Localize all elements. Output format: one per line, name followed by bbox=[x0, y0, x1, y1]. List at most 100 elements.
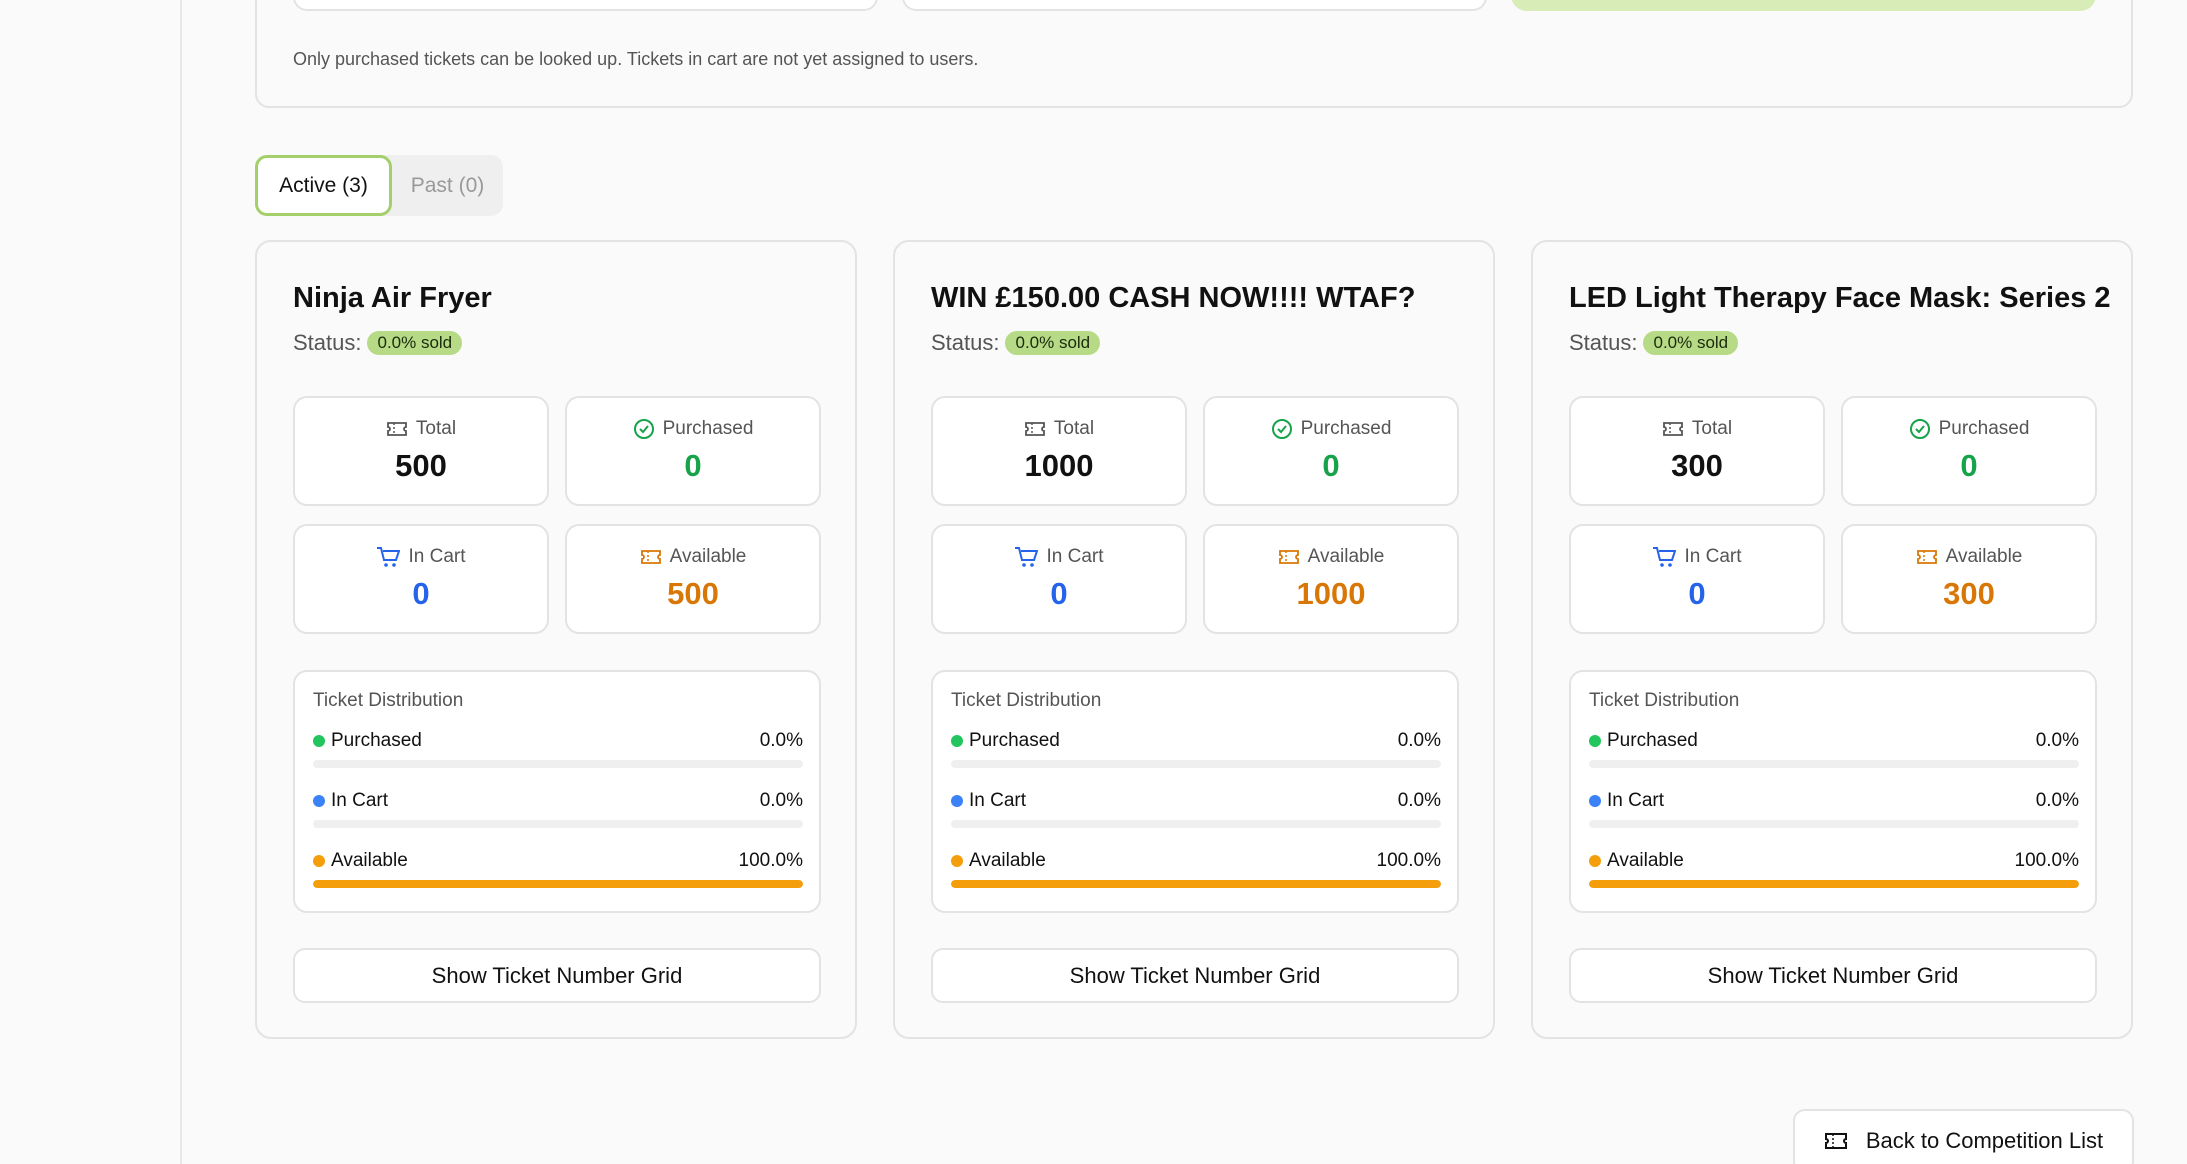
distribution-label: Purchased bbox=[969, 730, 1060, 751]
stat-value-available: 1000 bbox=[1296, 576, 1366, 611]
available-dot bbox=[313, 855, 325, 867]
distribution-label: In Cart bbox=[969, 790, 1027, 811]
in-cart-dot bbox=[313, 795, 325, 807]
show-ticket-grid-button[interactable]: Show Ticket Number Grid bbox=[931, 948, 1459, 1003]
stat-label-purchased: Purchased bbox=[1938, 418, 2030, 439]
stat-total: Total 300 bbox=[1569, 396, 1825, 506]
competition-card: LED Light Therapy Face Mask: Series 2 St… bbox=[1531, 240, 2133, 1039]
status-label: Status: bbox=[931, 330, 1000, 355]
stat-label-total: Total bbox=[415, 418, 457, 439]
stat-value-total: 500 bbox=[395, 448, 447, 483]
progress-fill bbox=[1589, 880, 2079, 888]
stat-value-in-cart: 0 bbox=[412, 576, 430, 611]
stat-label-in-cart: In Cart bbox=[408, 546, 466, 567]
stat-label-in-cart: In Cart bbox=[1684, 546, 1742, 567]
distribution-percent: 100.0% bbox=[738, 850, 803, 871]
distribution-percent: 100.0% bbox=[2014, 850, 2079, 871]
stat-value-purchased: 0 bbox=[1322, 448, 1340, 483]
ticket-icon bbox=[640, 549, 662, 565]
stat-label-total: Total bbox=[1691, 418, 1733, 439]
ticket-icon bbox=[1662, 421, 1684, 437]
tab-past[interactable]: Past (0) bbox=[392, 155, 503, 216]
stat-label-in-cart: In Cart bbox=[1046, 546, 1104, 567]
distribution-row-available: Available 100.0% bbox=[1589, 850, 2079, 888]
progress-track bbox=[1589, 820, 2079, 828]
distribution-row-available: Available 100.0% bbox=[313, 850, 803, 888]
stat-in-cart: In Cart 0 bbox=[293, 524, 549, 634]
stat-available: Available 1000 bbox=[1203, 524, 1459, 634]
lookup-field-1[interactable] bbox=[293, 0, 878, 11]
ticket-icon bbox=[1278, 549, 1300, 565]
status-badge: 0.0% sold bbox=[367, 331, 463, 355]
stat-purchased: Purchased 0 bbox=[1203, 396, 1459, 506]
status-row: Status: 0.0% sold bbox=[931, 330, 1101, 356]
cart-icon bbox=[376, 546, 401, 568]
back-to-competition-list-button[interactable]: Back to Competition List bbox=[1793, 1109, 2134, 1164]
distribution-label: Purchased bbox=[1607, 730, 1698, 751]
lookup-button[interactable] bbox=[1511, 0, 2096, 11]
distribution-percent: 0.0% bbox=[1397, 790, 1441, 811]
stat-in-cart: In Cart 0 bbox=[931, 524, 1187, 634]
progress-fill bbox=[951, 880, 1441, 888]
distribution-percent: 0.0% bbox=[759, 730, 803, 751]
progress-fill bbox=[313, 880, 803, 888]
distribution-row-purchased: Purchased 0.0% bbox=[1589, 730, 2079, 768]
stat-available: Available 300 bbox=[1841, 524, 2097, 634]
ticket-icon bbox=[1916, 549, 1938, 565]
distribution-percent: 0.0% bbox=[1397, 730, 1441, 751]
ticket-icon bbox=[386, 421, 408, 437]
distribution-label: Purchased bbox=[331, 730, 422, 751]
distribution-title: Ticket Distribution bbox=[1589, 690, 1740, 711]
stat-value-purchased: 0 bbox=[1960, 448, 1978, 483]
ticket-icon bbox=[1024, 421, 1046, 437]
progress-track bbox=[951, 820, 1441, 828]
status-badge: 0.0% sold bbox=[1643, 331, 1739, 355]
stat-value-total: 1000 bbox=[1024, 448, 1094, 483]
available-dot bbox=[1589, 855, 1601, 867]
stat-purchased: Purchased 0 bbox=[1841, 396, 2097, 506]
competition-title: LED Light Therapy Face Mask: Series 2 bbox=[1569, 282, 2111, 314]
stat-value-available: 500 bbox=[667, 576, 719, 611]
stat-value-in-cart: 0 bbox=[1050, 576, 1068, 611]
distribution-title: Ticket Distribution bbox=[313, 690, 464, 711]
back-button-label: Back to Competition List bbox=[1865, 1128, 2104, 1153]
ticket-icon bbox=[1824, 1132, 1848, 1150]
sidebar bbox=[0, 0, 182, 1164]
tab-active[interactable]: Active (3) bbox=[255, 155, 392, 216]
distribution-title: Ticket Distribution bbox=[951, 690, 1102, 711]
purchased-dot bbox=[1589, 735, 1601, 747]
progress-track bbox=[313, 880, 803, 888]
ticket-lookup-panel: Only purchased tickets can be looked up.… bbox=[255, 0, 2133, 108]
status-badge: 0.0% sold bbox=[1005, 331, 1101, 355]
stat-label-purchased: Purchased bbox=[1300, 418, 1392, 439]
distribution-percent: 0.0% bbox=[2035, 730, 2079, 751]
show-ticket-grid-button[interactable]: Show Ticket Number Grid bbox=[293, 948, 821, 1003]
cart-icon bbox=[1652, 546, 1677, 568]
ticket-distribution: Ticket Distribution Purchased 0.0% In Ca… bbox=[293, 670, 821, 913]
lookup-note: Only purchased tickets can be looked up.… bbox=[293, 49, 979, 69]
distribution-percent: 100.0% bbox=[1376, 850, 1441, 871]
ticket-distribution: Ticket Distribution Purchased 0.0% In Ca… bbox=[931, 670, 1459, 913]
stat-total: Total 500 bbox=[293, 396, 549, 506]
stat-value-purchased: 0 bbox=[684, 448, 702, 483]
stat-value-total: 300 bbox=[1671, 448, 1723, 483]
cart-icon bbox=[1014, 546, 1039, 568]
distribution-label: Available bbox=[969, 850, 1046, 871]
stat-in-cart: In Cart 0 bbox=[1569, 524, 1825, 634]
stat-value-in-cart: 0 bbox=[1688, 576, 1706, 611]
progress-track bbox=[313, 820, 803, 828]
progress-track bbox=[1589, 760, 2079, 768]
progress-track bbox=[951, 880, 1441, 888]
competition-tabs: Active (3) Past (0) bbox=[255, 155, 503, 216]
status-label: Status: bbox=[1569, 330, 1638, 355]
stat-label-available: Available bbox=[1945, 546, 2023, 567]
distribution-label: Available bbox=[1607, 850, 1684, 871]
status-row: Status: 0.0% sold bbox=[293, 330, 463, 356]
lookup-field-2[interactable] bbox=[902, 0, 1487, 11]
progress-track bbox=[313, 760, 803, 768]
check-circle-icon bbox=[633, 418, 655, 440]
show-ticket-grid-button[interactable]: Show Ticket Number Grid bbox=[1569, 948, 2097, 1003]
stat-total: Total 1000 bbox=[931, 396, 1187, 506]
status-label: Status: bbox=[293, 330, 362, 355]
stat-label-available: Available bbox=[669, 546, 747, 567]
